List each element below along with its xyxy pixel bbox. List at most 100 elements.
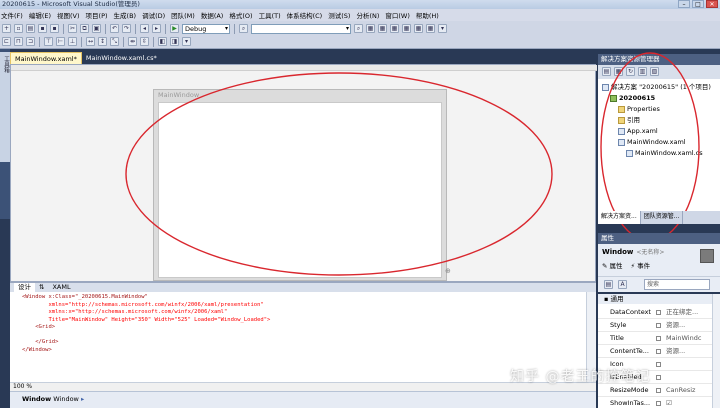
property-value[interactable]: 资源... (666, 319, 712, 332)
make-same-width-icon[interactable]: ↔ (86, 37, 95, 46)
menu-item[interactable]: 体系结构(C) (287, 10, 323, 20)
align-bottom-icon[interactable]: ⊥ (68, 37, 77, 46)
property-marker-icon[interactable] (656, 388, 661, 393)
save-all-icon[interactable]: ▪ (50, 24, 59, 33)
menu-item[interactable]: 窗口(W) (385, 10, 410, 20)
properties-icon[interactable]: ▦ (378, 24, 387, 33)
solution-explorer-icon[interactable]: ▦ (366, 24, 375, 33)
tab-team-explorer[interactable]: 团队资源管... (641, 211, 684, 224)
menu-item[interactable]: 生成(B) (114, 10, 137, 20)
property-value[interactable]: ☑ (666, 397, 712, 408)
find-combo[interactable] (251, 23, 351, 34)
menu-item[interactable]: 工具(T) (259, 10, 281, 20)
property-marker-icon[interactable] (656, 375, 661, 380)
swap-panes-icon[interactable]: ⇅ (39, 283, 44, 292)
breadcrumb-item[interactable]: Window (53, 395, 79, 403)
menu-item[interactable]: 团队(M) (171, 10, 195, 20)
paste-icon[interactable]: ▣ (92, 24, 101, 33)
redo-icon[interactable]: ↷ (122, 24, 131, 33)
property-row[interactable]: Style 资源... (598, 319, 712, 332)
menu-item[interactable]: 文件(F) (1, 10, 23, 20)
align-top-icon[interactable]: ⊤ (44, 37, 53, 46)
object-browser-icon[interactable]: ▦ (390, 24, 399, 33)
properties-scrollbar[interactable] (712, 294, 720, 408)
categorized-icon[interactable]: ▤ (604, 280, 613, 289)
horizontal-spacing-icon[interactable]: ⇹ (128, 37, 137, 46)
object-type: Window <无名称> (602, 248, 665, 256)
property-marker-icon[interactable] (656, 310, 661, 315)
property-category[interactable]: ▪ 通用 (598, 294, 712, 304)
menu-item[interactable]: 格式(O) (229, 10, 252, 20)
save-icon[interactable]: ▪ (38, 24, 47, 33)
properties-search-input[interactable]: 搜索 (644, 279, 710, 290)
toolbox-tab[interactable]: 工具箱 (0, 52, 10, 162)
menu-item[interactable]: 数据(A) (201, 10, 224, 20)
property-value[interactable]: 正在绑定... (666, 306, 712, 319)
menu-item[interactable]: 编辑(E) (29, 10, 51, 20)
code-line: xmlns="http://schemas.microsoft.com/winf… (22, 301, 264, 308)
config-select[interactable]: Debug (182, 23, 230, 34)
tab-design[interactable]: 设计 (14, 283, 35, 292)
cut-icon[interactable]: ✂ (68, 24, 77, 33)
zoom-level[interactable]: 100 % (13, 383, 32, 390)
property-row[interactable]: DataContext 正在绑定... (598, 306, 712, 319)
property-value[interactable]: CanResiz (666, 384, 712, 397)
maximize-button[interactable]: □ (692, 0, 704, 8)
property-row[interactable]: ContentTe... 资源... (598, 345, 712, 358)
menu-item[interactable]: 帮助(H) (416, 10, 439, 20)
toolbar-options-icon[interactable]: ▾ (438, 24, 447, 33)
align-right-icon[interactable]: ⊐ (26, 37, 35, 46)
find-in-files-icon[interactable]: ⌕ (239, 24, 248, 33)
property-marker-icon[interactable] (656, 323, 661, 328)
designer-surface[interactable]: MainWindow ⊕ (10, 64, 597, 282)
property-row[interactable]: ShowInTas... ☑ (598, 397, 712, 408)
watermark: 知乎 @老王的控笔记 (510, 369, 651, 385)
navigate-forward-icon[interactable]: ▸ (152, 24, 161, 33)
tab-properties[interactable]: ✎ 属性 (602, 260, 623, 270)
breadcrumb-arrow-icon[interactable]: ▸ (81, 395, 84, 403)
vertical-spacing-icon[interactable]: ⇳ (140, 37, 149, 46)
navigate-back-icon[interactable]: ◂ (140, 24, 149, 33)
tab-solution-explorer[interactable]: 解决方案资... (598, 211, 641, 224)
align-left-icon[interactable]: ⊏ (2, 37, 11, 46)
make-same-size-icon[interactable]: ⤡ (110, 37, 119, 46)
menu-item[interactable]: 测试(S) (328, 10, 350, 20)
tab-xaml[interactable]: XAML (48, 283, 74, 292)
property-marker-icon[interactable] (656, 336, 661, 341)
make-same-height-icon[interactable]: ↕ (98, 37, 107, 46)
property-value[interactable]: MainWindc (666, 332, 712, 345)
tab-events[interactable]: ⚡ 事件 (631, 260, 651, 270)
close-button[interactable]: ✕ (706, 0, 718, 8)
document-tab[interactable]: MainWindow.xaml.cs* (82, 52, 161, 64)
xaml-editor[interactable]: <Window x:Class="_20200615.MainWindow" x… (10, 292, 586, 382)
property-marker-icon[interactable] (656, 401, 661, 406)
undo-icon[interactable]: ↶ (110, 24, 119, 33)
property-row[interactable]: Title MainWindc (598, 332, 712, 345)
align-center-icon[interactable]: ⊓ (14, 37, 23, 46)
format-options-icon[interactable]: ▾ (182, 37, 191, 46)
copy-icon[interactable]: ⧉ (80, 24, 89, 33)
menu-item[interactable]: 项目(P) (86, 10, 108, 20)
property-marker-icon[interactable] (656, 349, 661, 354)
align-middle-icon[interactable]: ⊢ (56, 37, 65, 46)
property-marker-icon[interactable] (656, 362, 661, 367)
start-page-icon[interactable]: ▦ (414, 24, 423, 33)
send-to-back-icon[interactable]: ◨ (170, 37, 179, 46)
start-debug-icon[interactable]: ▶ (170, 24, 179, 33)
breadcrumb-root[interactable]: Window (22, 395, 51, 403)
find-icon[interactable]: ⌕ (354, 24, 363, 33)
properties-header: 属性 (598, 233, 720, 244)
toolbox-icon[interactable]: ▦ (402, 24, 411, 33)
add-item-icon[interactable]: ▫ (14, 24, 23, 33)
menu-item[interactable]: 调试(D) (142, 10, 165, 20)
open-file-icon[interactable]: ▤ (26, 24, 35, 33)
menu-item[interactable]: 视图(V) (57, 10, 80, 20)
bring-to-front-icon[interactable]: ◧ (158, 37, 167, 46)
minimize-button[interactable]: – (678, 0, 690, 8)
document-tab[interactable]: MainWindow.xaml* (10, 52, 82, 64)
extension-manager-icon[interactable]: ▦ (426, 24, 435, 33)
property-value[interactable]: 资源... (666, 345, 712, 358)
new-project-icon[interactable]: + (2, 24, 11, 33)
alphabetical-icon[interactable]: A (618, 280, 627, 289)
menu-item[interactable]: 分析(N) (356, 10, 379, 20)
